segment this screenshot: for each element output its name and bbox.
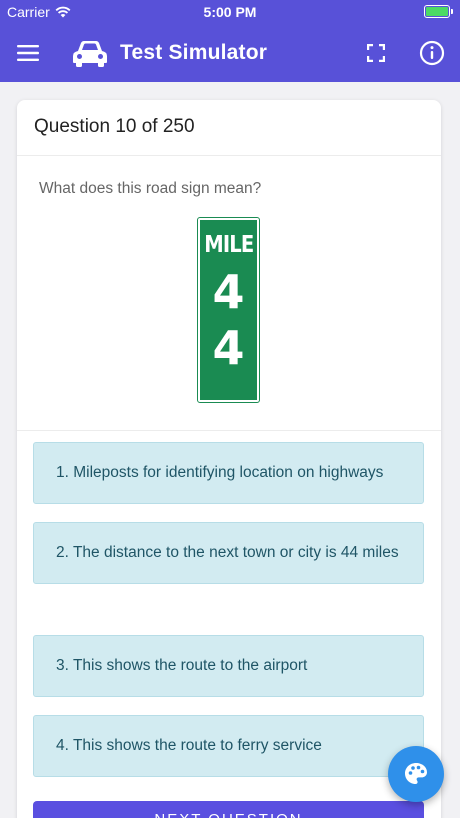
answer-option-1[interactable]: 1. Mileposts for identifying location on…: [33, 442, 424, 504]
menu-icon[interactable]: [14, 39, 42, 67]
status-bar: Carrier 5:00 PM: [0, 0, 460, 25]
car-icon: [70, 37, 110, 69]
info-icon[interactable]: [418, 39, 446, 67]
app-title: Test Simulator: [120, 41, 268, 64]
sign-digit-bottom: 4: [212, 321, 245, 375]
theme-fab-button[interactable]: [388, 746, 444, 802]
divider: [17, 430, 441, 431]
sign-text-mile: MILE: [204, 232, 254, 258]
answer-option-4[interactable]: 4. This shows the route to ferry service: [33, 715, 424, 777]
answer-option-3[interactable]: 3. This shows the route to the airport: [33, 635, 424, 697]
question-card: Question 10 of 250 What does this road s…: [17, 100, 441, 818]
app-bar: Test Simulator: [0, 25, 460, 82]
question-header: Question 10 of 250: [17, 100, 441, 156]
battery-icon: [424, 5, 453, 18]
question-prompt: What does this road sign mean?: [39, 180, 262, 197]
palette-icon: [405, 763, 427, 784]
fullscreen-icon[interactable]: [363, 40, 389, 66]
next-question-button[interactable]: NEXT QUESTION: [33, 801, 424, 818]
status-time: 5:00 PM: [203, 4, 257, 20]
road-sign-image: MILE 4 4: [195, 215, 262, 405]
answer-option-2[interactable]: 2. The distance to the next town or city…: [33, 522, 424, 584]
sign-digit-top: 4: [212, 265, 245, 319]
